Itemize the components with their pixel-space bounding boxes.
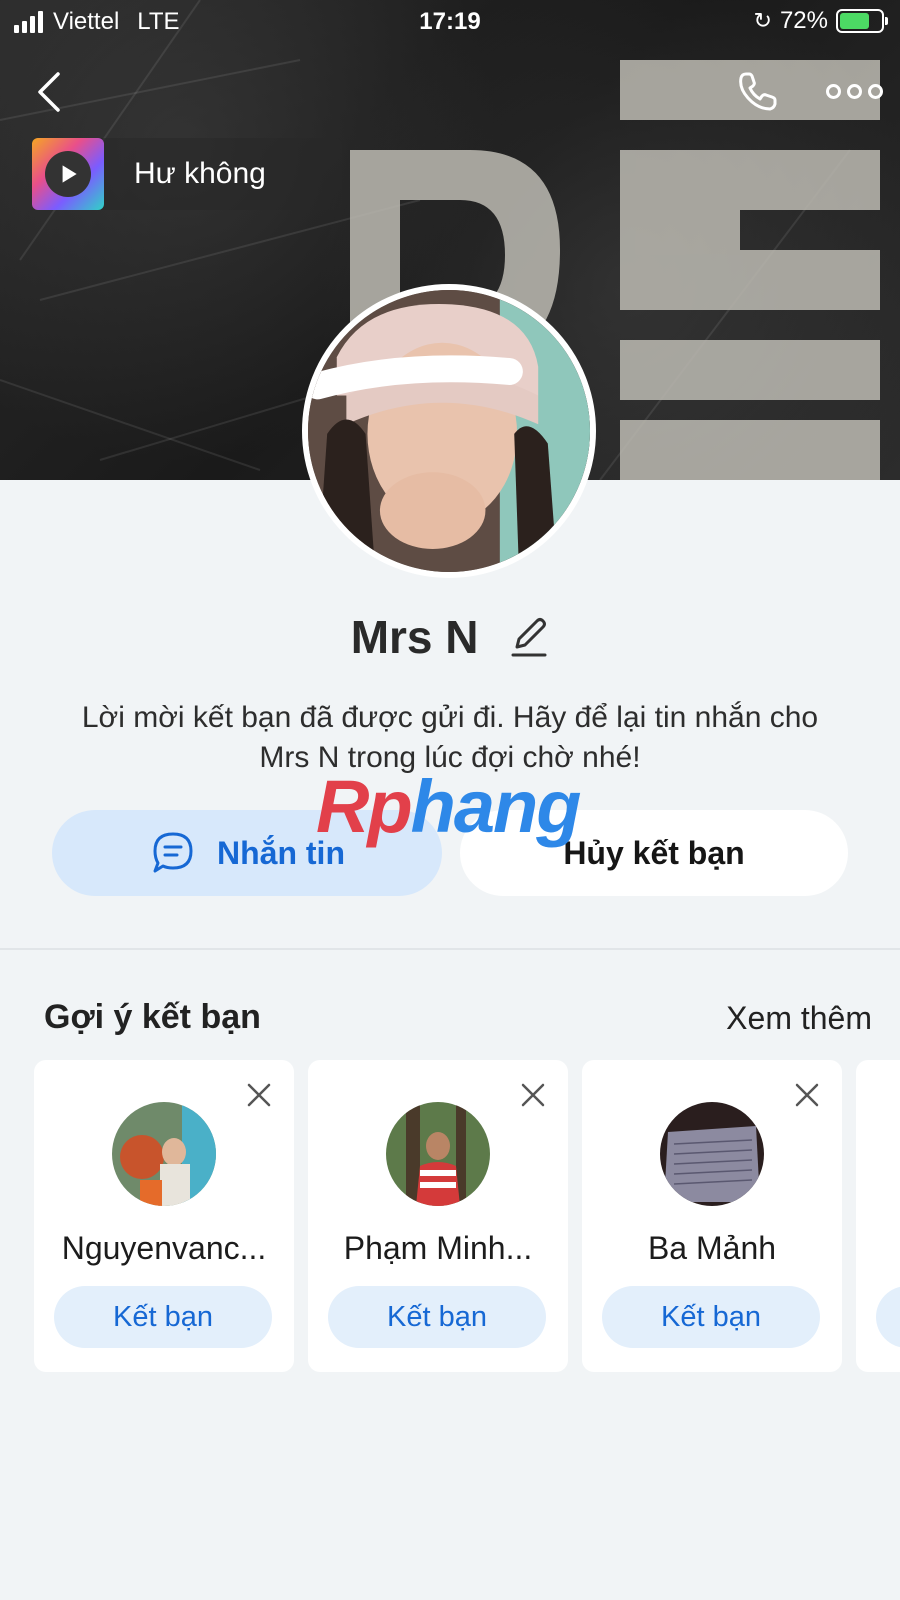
message-button[interactable]: Nhắn tin — [52, 810, 442, 896]
more-options-button[interactable] — [826, 80, 884, 102]
suggestions-title: Gợi ý kết bạn — [44, 998, 261, 1036]
add-friend-button-partial[interactable] — [876, 1286, 900, 1348]
back-button[interactable] — [30, 70, 70, 114]
play-icon — [62, 165, 77, 183]
battery-percent: 72% — [779, 7, 828, 34]
status-bar: Viettel LTE 17:19 ↻ 72% — [0, 0, 900, 46]
close-icon[interactable] — [520, 1082, 546, 1108]
profile-avatar[interactable] — [302, 284, 596, 578]
suggestion-avatar — [386, 1102, 490, 1206]
add-friend-button[interactable]: Kết bạn — [328, 1286, 546, 1348]
phone-icon — [739, 72, 777, 111]
cancel-friend-request-label: Hủy kết bạn — [563, 834, 745, 871]
profile-music[interactable]: Hư không — [32, 138, 342, 210]
suggestion-name: Ba Mảnh — [647, 1230, 777, 1266]
suggestion-avatar — [112, 1102, 216, 1206]
friend-request-info: Lời mời kết bạn đã được gửi đi. Hãy để l… — [81, 701, 819, 774]
see-more-link[interactable]: Xem thêm — [726, 1000, 872, 1037]
suggestion-card[interactable]: Phạm Minh... Kết bạn — [308, 1060, 568, 1372]
profile-name: Mrs N — [350, 610, 479, 663]
battery-icon — [836, 9, 888, 33]
music-thumbnail — [32, 138, 104, 210]
suggestion-card-partial[interactable] — [856, 1060, 900, 1372]
back-icon — [38, 72, 60, 112]
close-icon[interactable] — [794, 1082, 820, 1108]
suggestion-card[interactable]: Nguyenvanc... Kết bạn — [34, 1060, 294, 1372]
add-friend-button[interactable]: Kết bạn — [54, 1286, 272, 1348]
close-icon[interactable] — [246, 1082, 272, 1108]
call-button[interactable] — [734, 68, 782, 116]
section-divider — [0, 948, 900, 950]
add-friend-button[interactable]: Kết bạn — [602, 1286, 820, 1348]
cancel-friend-request-button[interactable]: Hủy kết bạn — [460, 810, 848, 896]
suggestion-name: Phạm Minh... — [343, 1230, 533, 1266]
edit-icon[interactable] — [509, 615, 549, 659]
rotation-lock-icon: ↻ — [753, 8, 772, 33]
message-button-label: Nhắn tin — [217, 834, 345, 871]
suggestion-name: Nguyenvanc... — [61, 1230, 267, 1266]
suggestion-avatar — [660, 1102, 764, 1206]
suggestion-card[interactable]: Ba Mảnh Kết bạn — [582, 1060, 842, 1372]
music-title: Hư không — [134, 157, 266, 190]
more-icon-dot — [826, 83, 841, 99]
message-icon — [153, 832, 193, 873]
more-icon-dot — [847, 83, 862, 99]
battery-fill — [840, 13, 869, 29]
more-icon-dot — [868, 83, 883, 99]
profile-name-row: Mrs N — [0, 606, 900, 664]
